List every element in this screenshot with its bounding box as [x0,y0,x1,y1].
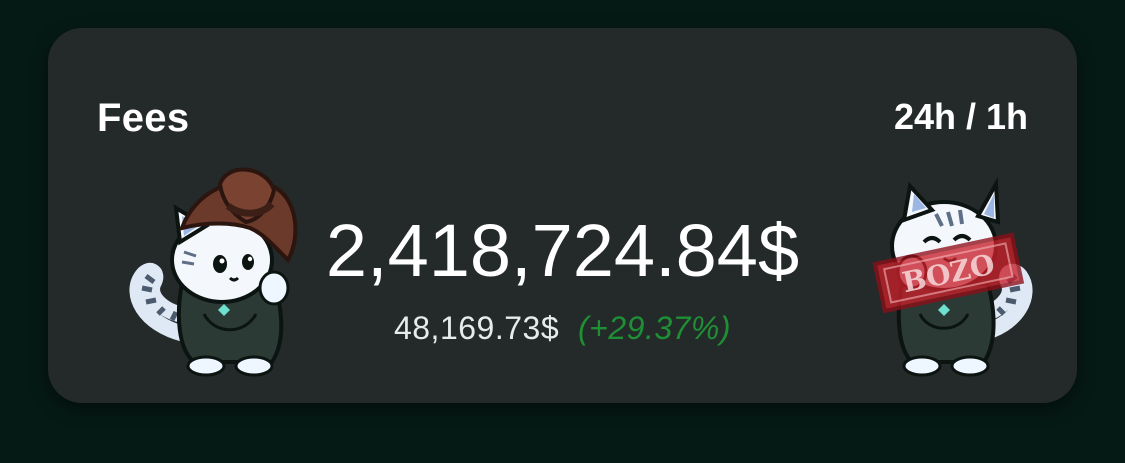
cowboy-cat-mascot-icon [124,164,314,389]
time-range-toggle[interactable]: 24h / 1h [894,96,1028,138]
bozo-stamped-cat-mascot-icon: BOZO [828,164,1058,389]
period-change-percent: (+29.37%) [578,310,732,346]
fees-card: Fees 24h / 1h 2,418,724.84$ 48,169.73$ (… [48,28,1077,403]
period-fees-value: 48,169.73$ [393,310,560,346]
card-title: Fees [97,96,190,140]
